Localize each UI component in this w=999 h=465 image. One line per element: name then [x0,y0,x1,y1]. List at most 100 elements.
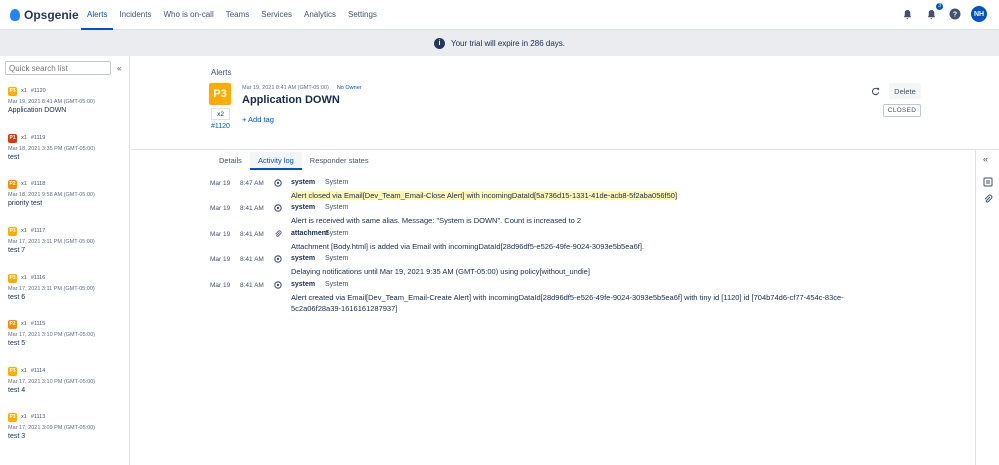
priority-badge: P3 [8,273,17,283]
alert-message: Application DOWN [8,107,67,114]
log-message: Alert is received with same alias. Messa… [291,215,891,226]
alert-list-item[interactable]: P3 x1 #1116 Mar 17, 2021 3:11 PM (GMT-05… [8,273,126,319]
help-icon[interactable]: ? [947,6,963,22]
trial-banner: i Your trial will expire in 286 days. [0,30,999,56]
nav-analytics[interactable]: Analytics [298,0,342,30]
alert-message: test 7 [8,247,26,254]
alert-message: test 4 [8,387,26,394]
priority-badge[interactable]: P3 [209,83,231,105]
log-actor: system [291,255,316,262]
log-time: 8:41 AM [240,231,264,238]
alert-date: Mar 17, 2021 3:10 PM (GMT-05:00) [8,379,96,385]
alert-number: #1117 [30,228,46,234]
log-message-text: Alert created via Email[Dev_Team_Email-C… [291,293,844,313]
alert-date: Mar 19, 2021 8:41 AM (GMT-05:00) [242,85,329,91]
owner-link[interactable]: No Owner [337,85,362,91]
refresh-icon[interactable] [871,87,880,98]
logo-text: Opsgenie [24,8,79,22]
log-source: System [325,179,349,186]
alert-message: test 6 [8,294,26,301]
log-date: Mar 19 [210,282,231,289]
alert-date: Mar 17, 2021 3:10 PM (GMT-05:00) [8,332,96,338]
log-time: 8:41 AM [240,282,264,289]
tab-details[interactable]: Details [211,152,250,170]
attachment-icon[interactable] [983,194,993,206]
notes-icon[interactable] [983,177,993,189]
alert-list-item[interactable]: P3 x1 #1113 Mar 17, 2021 3:09 PM (GMT-05… [8,412,126,458]
alert-count: x1 [21,181,27,187]
top-navbar: Opsgenie Alerts Incidents Who is on-call… [0,0,999,30]
tab-activity-log[interactable]: Activity log [249,152,302,170]
delete-button[interactable]: Delete [889,83,921,99]
alert-number: #1113 [30,414,46,420]
alert-date: Mar 17, 2021 3:09 PM (GMT-05:00) [8,425,96,431]
log-entry: Mar 19 8:41 AM attachment System Attachm… [208,226,968,251]
log-time: 8:41 AM [240,205,264,212]
expand-panel-icon[interactable]: « [983,154,988,164]
priority-badge: P3 [8,412,17,422]
priority-badge: P3 [8,86,17,96]
alert-number: #1120 [30,88,46,94]
user-avatar[interactable]: NH [971,6,987,22]
log-date: Mar 19 [210,180,231,187]
tiny-id-link[interactable]: #1120 [211,123,230,130]
alert-list-item[interactable]: P3 x1 #1120 Mar 19, 2021 8:41 AM (GMT-05… [8,86,126,132]
status-badge: CLOSED [883,104,921,117]
alert-number: #1118 [30,181,46,187]
log-entry: Mar 19 8:47 AM system System Alert close… [208,175,968,200]
priority-badge: P3 [8,366,17,376]
alert-list-item[interactable]: P3 x1 #1114 Mar 17, 2021 3:10 PM (GMT-05… [8,366,126,412]
log-actor: system [291,281,316,288]
priority-badge: P1 [8,133,17,143]
breadcrumb-alerts[interactable]: Alerts [211,68,231,77]
bell-icon[interactable] [899,6,915,22]
gear-icon [274,255,282,265]
alert-count: x1 [21,135,27,141]
nav-settings[interactable]: Settings [342,0,383,30]
nav-incidents[interactable]: Incidents [113,0,157,30]
alert-number: #1116 [30,275,46,281]
opsgenie-logo[interactable]: Opsgenie [10,8,79,22]
tab-responder-states[interactable]: Responder states [302,152,377,170]
nav-teams[interactable]: Teams [220,0,256,30]
log-source: System [325,230,349,237]
alert-meta: Mar 19, 2021 8:41 AM (GMT-05:00) No Owne… [242,85,362,91]
notifications-icon[interactable]: 3 [923,3,943,22]
opsgenie-logo-icon [10,9,20,21]
alert-number: #1114 [30,368,46,374]
nav-services[interactable]: Services [255,0,298,30]
log-date: Mar 19 [210,205,231,212]
alert-count: x1 [21,414,27,420]
alert-list-item[interactable]: P2 x1 #1115 Mar 17, 2021 3:10 PM (GMT-05… [8,319,126,365]
alert-list-item[interactable]: P3 x1 #1117 Mar 17, 2021 3:11 PM (GMT-05… [8,226,126,272]
alert-count: x1 [21,275,27,281]
gear-icon [274,179,282,189]
svg-text:?: ? [953,12,957,19]
log-date: Mar 19 [210,231,231,238]
notification-count-badge: 3 [936,3,943,10]
alert-message: priority test [8,200,43,207]
alert-message: test [8,154,20,161]
nav-alerts[interactable]: Alerts [81,0,114,30]
collapse-sidebar-icon[interactable]: « [117,64,121,73]
alert-title: Application DOWN [242,94,340,106]
alert-tabs: Details Activity log Responder states [211,152,377,170]
log-time: 8:47 AM [240,180,264,187]
alert-date: Mar 18, 2021 3:35 PM (GMT-05:00) [8,146,96,152]
nav-who-is-on-call[interactable]: Who is on-call [157,0,219,30]
gear-icon [274,204,282,214]
alert-list-item[interactable]: P2 x1 #1118 Mar 18, 2021 9:58 AM (GMT-05… [8,179,126,225]
alert-number: #1115 [30,321,46,327]
log-source: System [325,255,349,262]
alert-list-item[interactable]: P1 x1 #1119 Mar 18, 2021 3:35 PM (GMT-05… [8,133,126,179]
alert-message: test 5 [8,340,26,347]
alert-count: x2 [211,108,230,120]
alert-count: x1 [21,88,27,94]
alert-date: Mar 17, 2021 3:11 PM (GMT-05:00) [8,286,95,292]
log-time: 8:41 AM [240,256,264,263]
add-tag-button[interactable]: + Add tag [242,115,274,124]
alert-date: Mar 18, 2021 9:58 AM (GMT-05:00) [8,192,95,198]
priority-badge: P2 [8,179,17,189]
quick-search-input[interactable] [5,61,111,75]
log-actor: system [291,179,316,186]
